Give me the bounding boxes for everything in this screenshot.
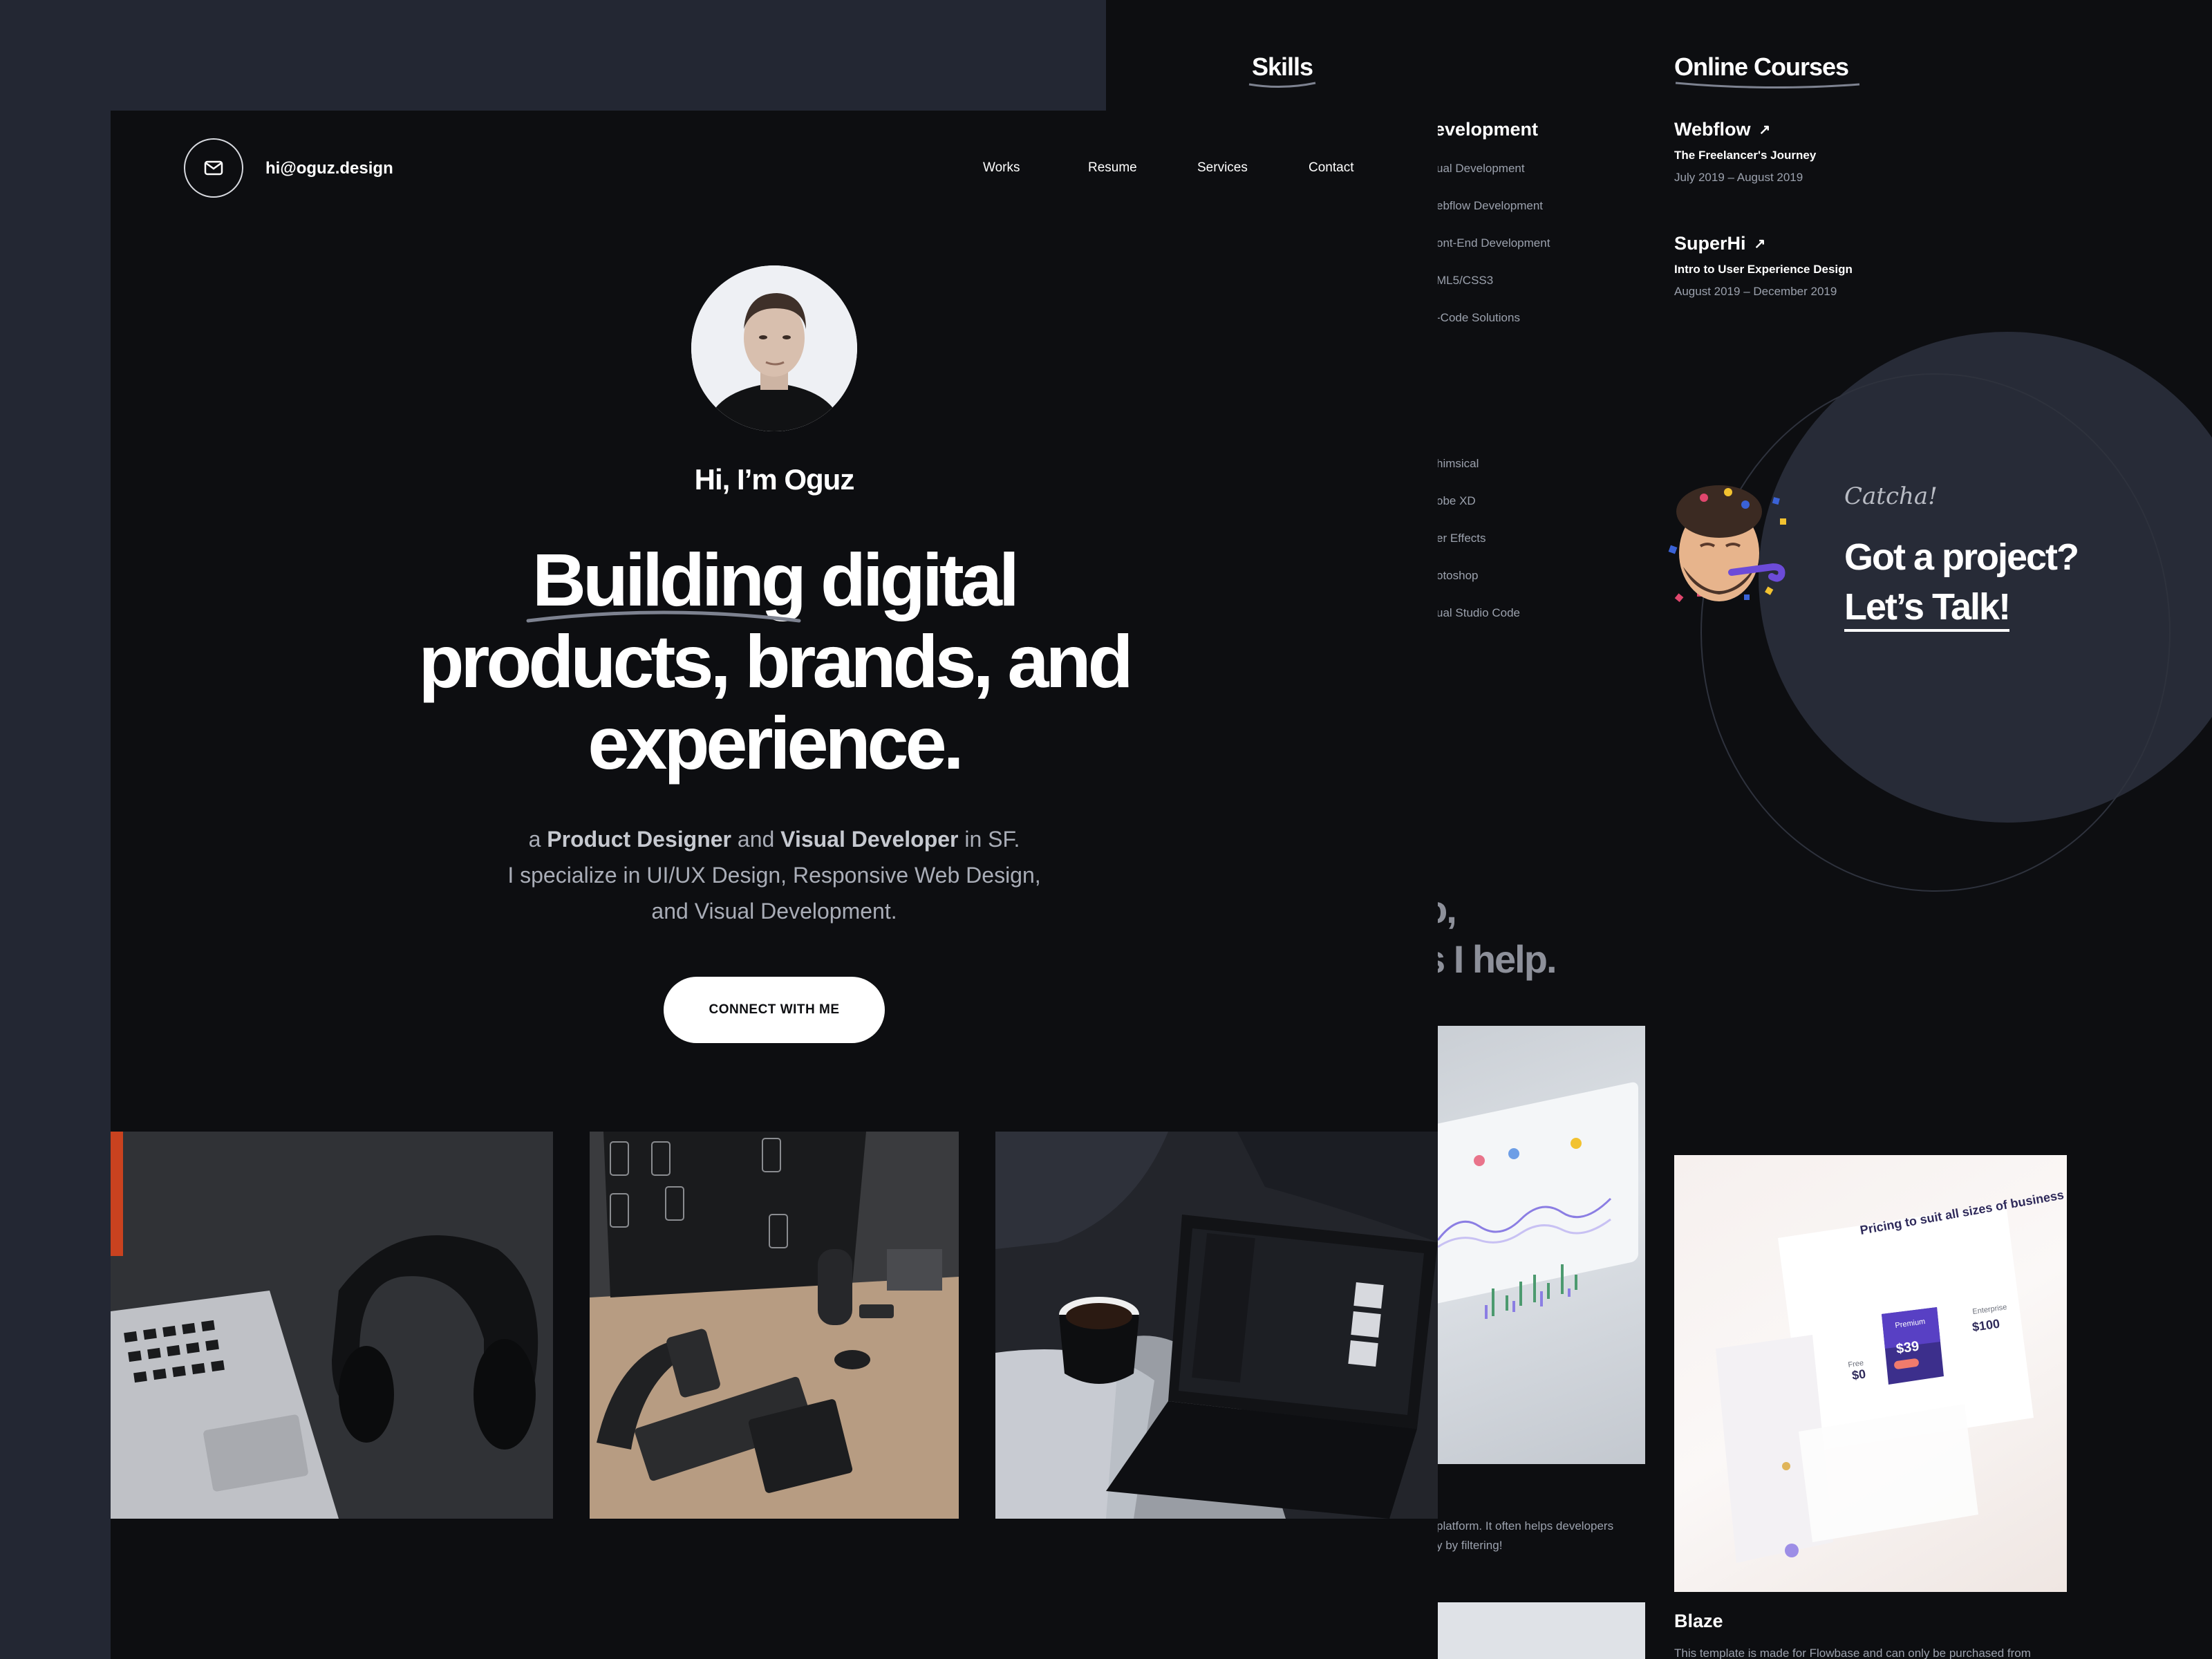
cta-script-text: Catcha! bbox=[1844, 482, 1938, 510]
intro-line1: a Product Designer and Visual Developer … bbox=[111, 821, 1438, 857]
headline-swoosh bbox=[526, 610, 801, 623]
hero-intro: a Product Designer and Visual Developer … bbox=[111, 821, 1438, 929]
skill-item: ont-End Development bbox=[1436, 236, 1550, 250]
intro-text: and bbox=[731, 827, 781, 852]
front-page: hi@oguz.design Works Resume Services Con… bbox=[111, 111, 1438, 1659]
laptop-bed-image bbox=[995, 1132, 1438, 1519]
skill-item: ebflow Development bbox=[1436, 199, 1544, 212]
skill-item: ual Development bbox=[1436, 162, 1525, 175]
services-teaser-line1: o, bbox=[1424, 888, 1457, 931]
avatar bbox=[691, 265, 857, 431]
work-photo-desk-setup[interactable] bbox=[590, 1132, 959, 1519]
skills-heading: Skills bbox=[1252, 53, 1313, 81]
dashboard-mockup-image bbox=[1424, 1082, 1638, 1319]
services-teaser-line2: s I help. bbox=[1424, 937, 1557, 981]
project-left-description: platform. It often helps developers y by… bbox=[1436, 1517, 1613, 1555]
desk-setup-image bbox=[590, 1132, 959, 1519]
course-subtitle: Intro to User Experience Design bbox=[1674, 263, 1853, 276]
pricing-price-pro: $39 bbox=[1895, 1339, 1920, 1357]
project-desc-line: y by filtering! bbox=[1436, 1539, 1503, 1552]
course-subtitle: The Freelancer's Journey bbox=[1674, 149, 1817, 162]
intro-line2: I specialize in UI/UX Design, Responsive… bbox=[507, 863, 1041, 888]
tool-item: obe XD bbox=[1436, 494, 1476, 507]
email-link[interactable]: hi@oguz.design bbox=[265, 159, 393, 178]
nav-contact[interactable]: Contact bbox=[1309, 160, 1353, 176]
project-thumbnail-dashboard[interactable] bbox=[1410, 1026, 1645, 1464]
cta-ring-decoration bbox=[1700, 373, 2171, 892]
hero-headline: Building digital products, brands, and e… bbox=[111, 539, 1438, 784]
tool-item: ual Studio Code bbox=[1436, 606, 1520, 619]
course-dates: August 2019 – December 2019 bbox=[1674, 285, 1837, 298]
courses-section-heading: Online Courses bbox=[1674, 53, 1860, 88]
nav-services[interactable]: Services bbox=[1197, 160, 1248, 176]
external-arrow-icon: ↗ bbox=[1759, 122, 1771, 138]
intro-text: in SF. bbox=[958, 827, 1020, 852]
pricing-mockup-image: Pricing to suit all sizes of business Fr… bbox=[1716, 1188, 2065, 1563]
project-description: This template is made for Flowbase and c… bbox=[1674, 1647, 2031, 1659]
project-desc-line: platform. It often helps developers bbox=[1436, 1519, 1614, 1533]
external-arrow-icon: ↗ bbox=[1754, 236, 1766, 252]
skills-section-heading: Skills bbox=[1248, 53, 1316, 88]
courses-heading: Online Courses bbox=[1674, 53, 1849, 81]
intro-text: a bbox=[528, 827, 547, 852]
greeting: Hi, I’m Oguz bbox=[694, 463, 855, 496]
skills-dev-column: evelopment bbox=[1434, 119, 1538, 140]
skills-dev-heading: evelopment bbox=[1434, 119, 1539, 140]
course-name: Webflow bbox=[1674, 119, 1751, 140]
nav-works[interactable]: Works bbox=[983, 160, 1020, 176]
courses-underline bbox=[1675, 82, 1860, 88]
project-thumbnail-blaze[interactable]: Pricing to suit all sizes of business Fr… bbox=[1674, 1155, 2067, 1592]
project-thumbnail-next[interactable] bbox=[1410, 1602, 1645, 1659]
connect-button[interactable]: CONNECT WITH ME bbox=[664, 977, 885, 1043]
tool-item: otoshop bbox=[1436, 569, 1479, 582]
cta-title-block: Got a project? Let’s Talk! bbox=[1844, 532, 2079, 632]
course-dates: July 2019 – August 2019 bbox=[1674, 171, 1803, 184]
tool-item: er Effects bbox=[1436, 532, 1486, 545]
work-photo-laptop-headphones[interactable] bbox=[111, 1132, 553, 1519]
course-superhi[interactable]: SuperHi ↗ Intro to User Experience Design… bbox=[1674, 233, 1853, 299]
lets-talk-link[interactable]: Let’s Talk! bbox=[1844, 586, 2011, 632]
intro-line3: and Visual Development. bbox=[651, 899, 897, 924]
course-webflow[interactable]: Webflow ↗ The Freelancer's Journey July 2… bbox=[1674, 119, 1816, 185]
services-teaser: o, s I help. bbox=[1424, 885, 1557, 984]
mail-icon bbox=[204, 160, 223, 176]
profile-portrait-image bbox=[691, 265, 857, 431]
cta-title: Got a project? bbox=[1844, 536, 2079, 578]
headline-line3: experience. bbox=[588, 701, 964, 785]
pricing-price-free: $0 bbox=[1851, 1367, 1867, 1382]
course-name: SuperHi bbox=[1674, 233, 1746, 254]
intro-role-visual-developer: Visual Developer bbox=[780, 827, 959, 852]
nav-resume[interactable]: Resume bbox=[1088, 160, 1137, 176]
skill-item: ML5/CSS3 bbox=[1436, 274, 1494, 287]
skill-item: -Code Solutions bbox=[1436, 311, 1520, 324]
intro-role-product-designer: Product Designer bbox=[547, 827, 731, 852]
project-title[interactable]: Blaze bbox=[1674, 1611, 1723, 1632]
laptop-headphones-image bbox=[111, 1132, 553, 1519]
memoji-avatar-icon bbox=[1668, 485, 1786, 603]
skills-underline bbox=[1248, 82, 1316, 88]
headline-line2: products, brands, and bbox=[418, 619, 1133, 703]
mail-button[interactable] bbox=[184, 138, 243, 198]
work-photo-laptop-bed[interactable] bbox=[995, 1132, 1438, 1519]
tool-item: himsical bbox=[1436, 457, 1479, 470]
